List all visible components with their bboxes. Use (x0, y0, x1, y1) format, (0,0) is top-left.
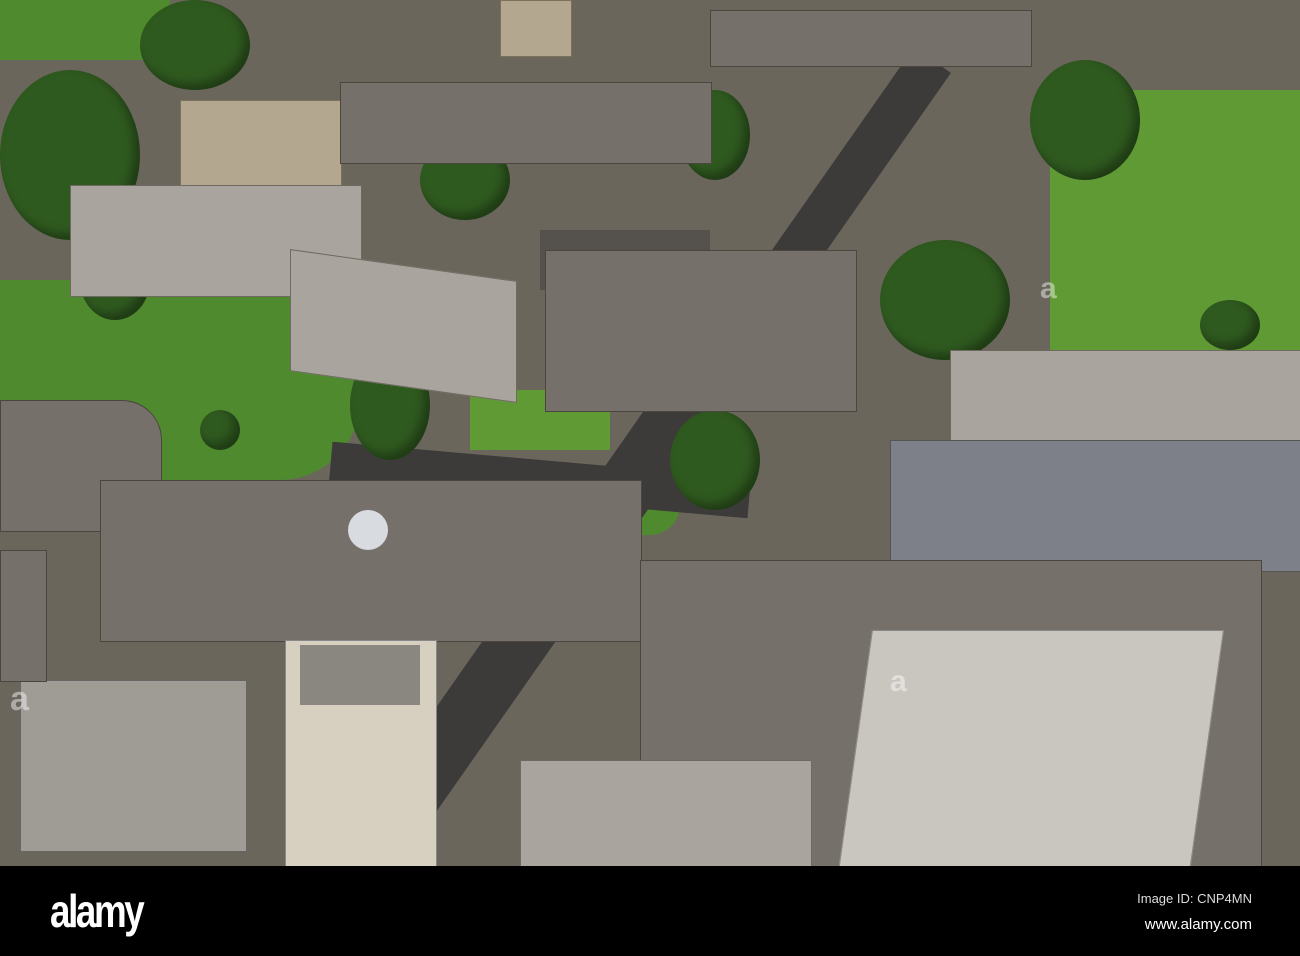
office-block (20, 680, 247, 852)
watermark: a (890, 665, 907, 698)
footer-bar: alamy Image ID: CNP4MN www.alamy.com (0, 866, 1300, 956)
building (520, 760, 812, 866)
tree (880, 240, 1010, 360)
tree (140, 0, 250, 90)
dome (348, 510, 388, 550)
website-link[interactable]: www.alamy.com (1145, 916, 1252, 933)
hotel-building (545, 250, 857, 412)
watermark: a (10, 680, 29, 718)
terrace-building (340, 82, 712, 164)
tree (200, 410, 240, 450)
tree (670, 410, 760, 510)
alamy-logo[interactable]: alamy (50, 884, 145, 938)
town-buildings (100, 480, 642, 642)
watermark: a (1040, 272, 1057, 305)
exhibition-hall (890, 440, 1300, 572)
tree (1030, 60, 1140, 180)
aerial-photo: a a a (0, 0, 1300, 866)
image-id: Image ID: CNP4MN (1137, 891, 1252, 906)
tower-roof (300, 645, 420, 705)
building (0, 550, 47, 682)
stock-photo-page: a a a alamy Image ID: CNP4MN www.alamy.c… (0, 0, 1300, 956)
houses (710, 10, 1032, 67)
tree (1200, 300, 1260, 350)
house (500, 0, 572, 57)
